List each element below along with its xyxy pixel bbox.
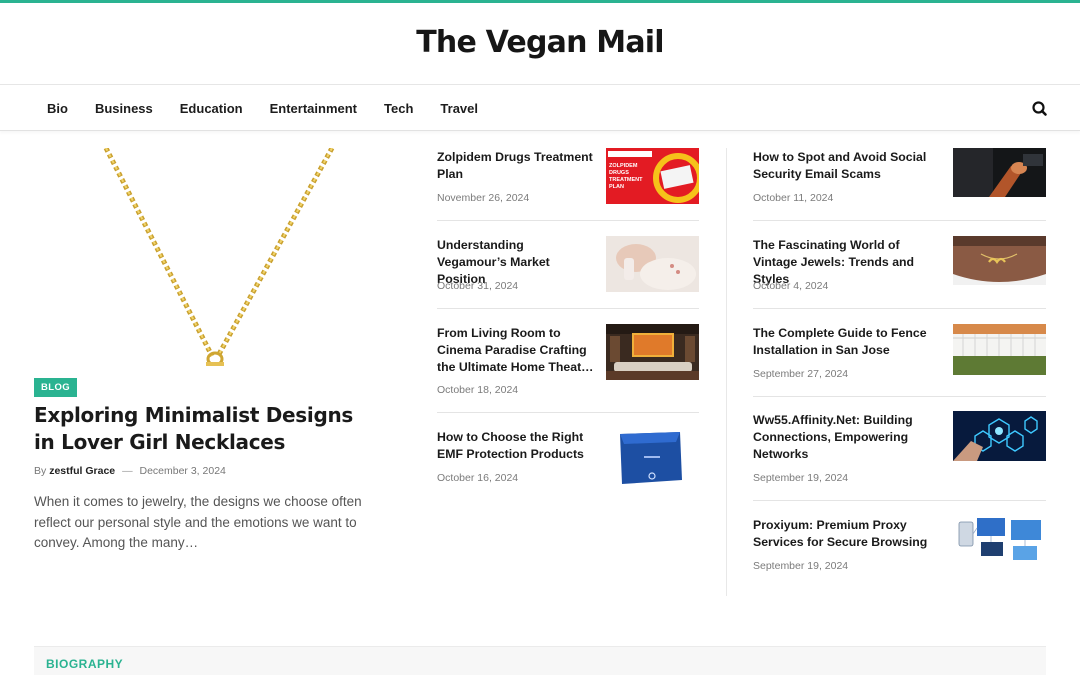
post-thumbnail[interactable] [953,148,1046,197]
post-title[interactable]: How to Choose the Right EMF Protection P… [437,429,595,463]
post-title[interactable]: The Complete Guide to Fence Installation… [753,325,941,359]
featured-title[interactable]: Exploring Minimalist Designs in Lover Gi… [34,402,374,456]
post-thumbnail[interactable] [953,236,1046,285]
featured-image-necklace[interactable] [34,148,374,366]
post-thumbnail[interactable] [606,236,699,292]
list-item: How to Choose the Right EMF Protection P… [437,428,699,502]
nav-item-entertainment[interactable]: Entertainment [256,101,370,116]
list-item: Zolpidem Drugs Treatment Plan November 2… [437,148,699,221]
post-title[interactable]: Proxiyum: Premium Proxy Services for Sec… [753,517,941,551]
column-divider [726,148,727,596]
nav-item-education[interactable]: Education [166,101,256,116]
post-date: November 26, 2024 [437,192,530,204]
list-item: The Fascinating World of Vintage Jewels:… [753,236,1046,309]
post-title[interactable]: From Living Room to Cinema Paradise Craf… [437,325,595,376]
section-heading-bar: BIOGRAPHY [34,646,1046,675]
list-item: From Living Room to Cinema Paradise Craf… [437,324,699,413]
post-date: September 19, 2024 [753,560,849,572]
site-title[interactable]: The Vegan Mail [0,25,1080,60]
thumb-text: TREATMENT [609,177,643,183]
post-thumbnail[interactable] [953,324,1046,375]
list-item: Proxiyum: Premium Proxy Services for Sec… [753,516,1046,596]
featured-excerpt: When it comes to jewelry, the designs we… [34,494,362,550]
masthead: The Vegan Mail [0,3,1080,85]
search-icon[interactable] [1030,100,1050,118]
list-item: Understanding Vegamour’s Market Position… [437,236,699,309]
post-title[interactable]: How to Spot and Avoid Social Security Em… [753,149,941,183]
post-title[interactable]: Zolpidem Drugs Treatment Plan [437,149,595,183]
featured-meta: By zestful Grace — December 3, 2024 [34,465,226,477]
post-title[interactable]: Ww55.Affinity.Net: Building Connections,… [753,412,941,463]
nav-item-bio[interactable]: Bio [34,101,81,116]
by-label: By [34,465,47,477]
post-date: October 31, 2024 [437,280,519,292]
nav-item-business[interactable]: Business [81,101,166,116]
post-thumbnail[interactable] [606,324,699,380]
thumb-text: DRUGS [609,170,629,176]
meta-separator: — [122,465,133,477]
post-thumbnail[interactable] [953,516,1046,568]
thumb-text: ZOLPIDEM [609,163,638,169]
category-badge[interactable]: BLOG [34,378,78,397]
thumb-text: PLAN [609,184,624,190]
nav-item-travel[interactable]: Travel [427,101,492,116]
section-title[interactable]: BIOGRAPHY [46,657,123,671]
post-date: October 18, 2024 [437,384,519,396]
list-item: How to Spot and Avoid Social Security Em… [753,148,1046,221]
post-date: October 16, 2024 [437,472,519,484]
featured-date: December 3, 2024 [139,465,226,477]
main-navigation: Bio Business Education Entertainment Tec… [0,86,1080,131]
post-date: September 27, 2024 [753,368,849,380]
post-thumbnail[interactable]: ZOLPIDEM DRUGS TREATMENT PLAN [606,148,699,204]
list-item: Ww55.Affinity.Net: Building Connections,… [753,411,1046,501]
post-date: October 4, 2024 [753,280,829,292]
post-date: September 19, 2024 [753,472,849,484]
post-date: October 11, 2024 [753,192,834,204]
post-thumbnail[interactable] [953,411,1046,461]
list-item: The Complete Guide to Fence Installation… [753,324,1046,397]
nav-item-tech[interactable]: Tech [371,101,427,116]
post-thumbnail[interactable] [606,428,699,484]
author-link[interactable]: zestful Grace [49,465,115,477]
